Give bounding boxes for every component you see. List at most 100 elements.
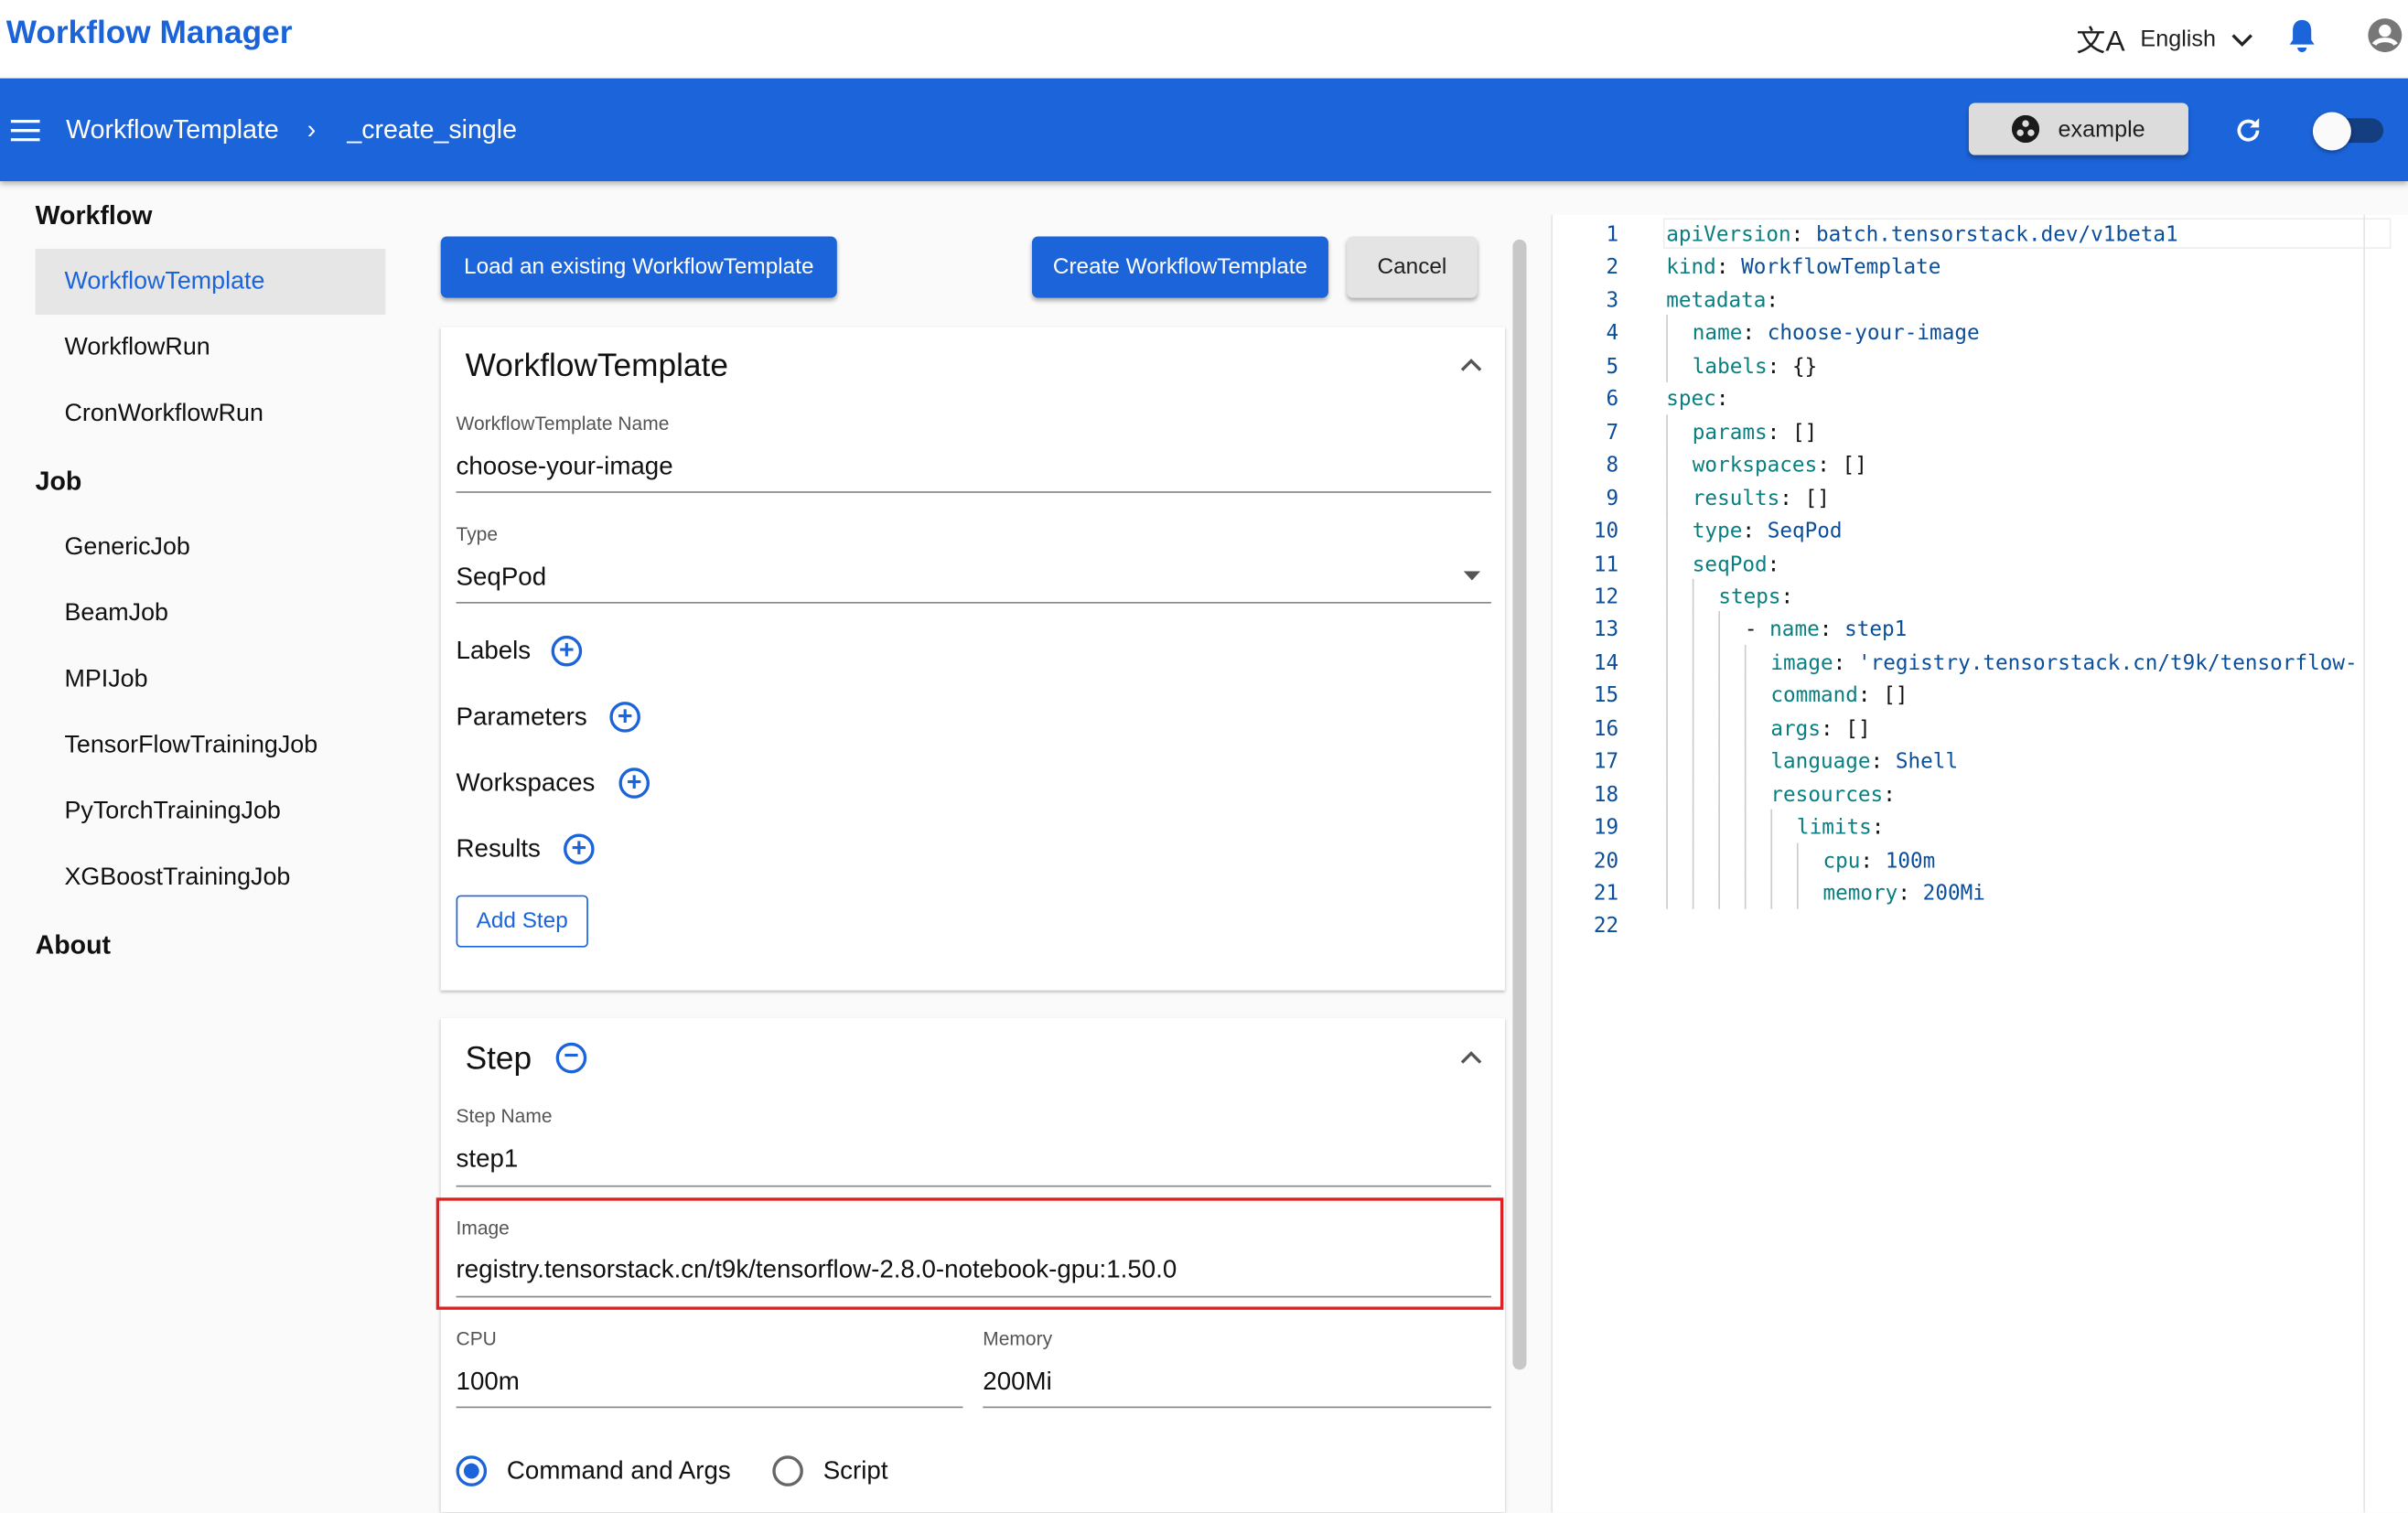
indent-guide [1744, 677, 1747, 712]
add-workspace-icon[interactable]: + [618, 767, 650, 799]
radio-command-args-label[interactable]: Command and Args [507, 1457, 731, 1486]
indent-guide [1692, 743, 1694, 778]
cpu-input[interactable]: 100m [457, 1368, 520, 1398]
breadcrumb-item[interactable]: WorkflowTemplate [66, 115, 279, 146]
project-icon [2012, 114, 2040, 144]
add-result-icon[interactable]: + [564, 833, 595, 865]
add-step-button[interactable]: Add Step [456, 895, 588, 948]
indent-guide [1718, 875, 1720, 909]
sidebar-item-genericjob[interactable]: GenericJob [64, 534, 189, 562]
top-bar: Workflow Manager 文A English [0, 0, 2408, 79]
project-selector-button[interactable]: example [1968, 102, 2188, 156]
sidebar-item-cronworkflowrun[interactable]: CronWorkflowRun [64, 401, 263, 428]
sidebar-section-job[interactable]: Job [36, 467, 82, 498]
radio-command-args[interactable] [456, 1455, 488, 1486]
yaml-editor[interactable]: 1 apiVersion: batch.tensorstack.dev/v1bet… [1551, 214, 2408, 1513]
app-title[interactable]: Workflow Manager [6, 16, 293, 52]
account-circle-icon[interactable] [2367, 16, 2403, 53]
line-number: 6 [1606, 387, 1619, 413]
radio-script[interactable] [772, 1455, 803, 1486]
dropdown-arrow-icon[interactable] [1463, 571, 1481, 581]
radio-script-label[interactable]: Script [823, 1457, 888, 1486]
form-scrollbar[interactable] [1512, 239, 1527, 1370]
indent-guide [1666, 710, 1668, 745]
menu-icon[interactable] [10, 119, 40, 142]
yaml-key: limits [1796, 815, 1872, 841]
sidebar-item-pytorchtrainingjob[interactable]: PyTorchTrainingJob [64, 799, 280, 826]
line-number: 3 [1606, 288, 1619, 314]
refresh-icon[interactable] [2233, 115, 2264, 146]
sidebar-item-workflowtemplate[interactable]: WorkflowTemplate [64, 269, 264, 296]
code-line: 2 kind: WorkflowTemplate [1553, 255, 2381, 286]
name-underline [456, 491, 1491, 493]
step-name-input[interactable]: step1 [457, 1145, 519, 1175]
cpu-label: CPU [456, 1327, 497, 1350]
indent-guide [1718, 644, 1720, 679]
sidebar-item-xgboosttrainingjob[interactable]: XGBoostTrainingJob [64, 864, 290, 892]
line-number: 2 [1606, 255, 1619, 281]
language-selector[interactable]: 文A English [2076, 18, 2252, 59]
yaml-key: cpu [1822, 848, 1861, 874]
chevron-up-icon[interactable] [1460, 1050, 1482, 1064]
line-number: 8 [1606, 453, 1619, 478]
code-line: 22 [1553, 914, 2381, 945]
type-select[interactable]: SeqPod [457, 563, 547, 593]
line-number: 7 [1606, 420, 1619, 445]
indent-guide [1692, 776, 1694, 810]
remove-step-icon[interactable]: − [555, 1043, 587, 1074]
sidebar-item-tensorflowtrainingjob[interactable]: TensorFlowTrainingJob [64, 733, 317, 760]
panel-title: WorkflowTemplate [465, 349, 728, 384]
sidebar-section-workflow[interactable]: Workflow [36, 201, 153, 232]
sidebar-item-beamjob[interactable]: BeamJob [64, 600, 167, 628]
line-number: 22 [1593, 914, 1619, 939]
yaml-key: memory [1822, 881, 1898, 907]
code-line: 17 language: Shell [1553, 743, 2381, 780]
indent-guide [1666, 842, 1668, 876]
name-label: WorkflowTemplate Name [456, 413, 670, 435]
indent-guide [1692, 875, 1694, 909]
chevron-up-icon[interactable] [1460, 358, 1482, 371]
load-existing-button[interactable]: Load an existing WorkflowTemplate [440, 236, 837, 298]
yaml-key: kind [1666, 255, 1716, 281]
yaml-key: resources [1770, 782, 1884, 808]
indent-guide [1666, 512, 1668, 547]
memory-input[interactable]: 200Mi [983, 1368, 1051, 1398]
yaml-value: choose-your-image [1767, 321, 1980, 347]
yaml-key: results [1692, 486, 1780, 511]
sidebar-section-about[interactable]: About [36, 930, 111, 961]
code-line: 12 steps: [1553, 578, 2381, 616]
toggle-knob[interactable] [2312, 112, 2351, 151]
yaml-key: metadata [1666, 288, 1767, 314]
indent-guide [1692, 710, 1694, 745]
create-workflowtemplate-button[interactable]: Create WorkflowTemplate [1031, 236, 1328, 298]
indent-guide [1718, 677, 1720, 712]
sidebar-item-workflowrun[interactable]: WorkflowRun [64, 335, 210, 362]
code-line: 21 memory: 200Mi [1553, 875, 2381, 912]
line-number: 12 [1593, 585, 1619, 610]
indent-guide [1666, 809, 1668, 843]
yaml-value: [] [1845, 716, 1871, 742]
image-input[interactable]: registry.tensorstack.cn/t9k/tensorflow-2… [457, 1256, 1177, 1285]
code-line: 20 cpu: 100m [1553, 842, 2381, 879]
line-number: 13 [1593, 617, 1619, 643]
bell-icon[interactable] [2286, 18, 2317, 53]
yaml-key: seqPod [1692, 552, 1768, 577]
sidebar-item-mpijob[interactable]: MPIJob [64, 666, 147, 693]
line-number: 16 [1593, 716, 1619, 742]
yaml-value: Shell [1895, 749, 1959, 775]
code-line: 6 spec: [1553, 387, 2381, 418]
add-label-icon[interactable]: + [551, 635, 583, 667]
code-line: 16 args: [] [1553, 710, 2381, 747]
indent-guide [1666, 677, 1668, 712]
indent-guide [1718, 710, 1720, 745]
name-input[interactable]: choose-your-image [457, 453, 673, 482]
cancel-button[interactable]: Cancel [1347, 236, 1478, 298]
yaml-key: steps [1718, 585, 1781, 610]
add-parameter-icon[interactable]: + [609, 702, 640, 733]
yaml-value: [] [1791, 420, 1818, 445]
line-number: 11 [1593, 552, 1619, 577]
indent-guide [1744, 644, 1747, 679]
code-line: 9 results: [] [1553, 479, 2381, 517]
indent-guide [1744, 875, 1747, 909]
line-number: 21 [1593, 881, 1619, 907]
